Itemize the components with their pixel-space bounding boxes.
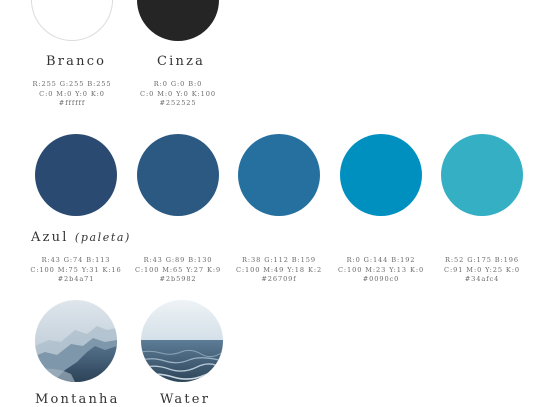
swatch-branco	[31, 0, 113, 41]
ocean-photo	[141, 300, 223, 382]
swatch-azul-1	[35, 134, 117, 216]
color-values-azul-1: R:43 G:74 B:113 C:100 M:75 Y:31 K:16 #2b…	[21, 256, 131, 285]
cmyk-value: C:0 M:0 Y:0 K:0	[39, 89, 105, 98]
cmyk-value: C:100 M:23 Y:13 K:0	[337, 265, 425, 274]
rgb-value: R:0 G:144 B:192	[346, 256, 416, 264]
palette-title-text: Azul	[31, 230, 69, 245]
palette-title: Azul (paleta)	[31, 230, 131, 245]
hex-value: #34afc4	[464, 275, 500, 284]
rgb-value: R:43 G:74 B:113	[41, 256, 111, 264]
swatch-azul-4	[340, 134, 422, 216]
hex-value: #2b5982	[159, 275, 197, 284]
rgb-value: R:255 G:255 B:255	[32, 80, 112, 88]
palette-subtitle: (paleta)	[74, 231, 131, 244]
cmyk-value: C:0 M:0 Y:0 K:100	[140, 89, 216, 98]
hex-value: #252525	[159, 99, 197, 108]
color-name-cinza: Cinza	[157, 54, 206, 69]
mountain-photo	[35, 300, 117, 382]
cmyk-value: C:100 M:75 Y:31 K:16	[30, 265, 122, 274]
hex-value: #0090c0	[362, 275, 400, 284]
cmyk-value: C:100 M:65 Y:27 K:9	[134, 265, 222, 274]
color-name-branco: Branco	[46, 54, 107, 69]
color-values-azul-4: R:0 G:144 B:192 C:100 M:23 Y:13 K:0 #009…	[326, 256, 436, 285]
hex-value: #26709f	[261, 275, 297, 284]
cmyk-value: C:100 M:49 Y:18 K:2	[235, 265, 323, 274]
ocean-image	[141, 300, 223, 382]
hex-value: #2b4a71	[57, 275, 95, 284]
rgb-value: R:52 G:175 B:196	[445, 256, 519, 264]
color-values-azul-3: R:38 G:112 B:159 C:100 M:49 Y:18 K:2 #26…	[224, 256, 334, 285]
cmyk-value: C:91 M:0 Y:25 K:0	[444, 265, 520, 274]
color-values-azul-5: R:52 G:175 B:196 C:91 M:0 Y:25 K:0 #34af…	[427, 256, 537, 285]
rgb-value: R:0 G:0 B:0	[153, 80, 203, 88]
mountain-image	[35, 300, 117, 382]
rgb-value: R:43 G:89 B:130	[143, 256, 213, 264]
rgb-value: R:38 G:112 B:159	[242, 256, 316, 264]
swatch-azul-2	[137, 134, 219, 216]
swatch-azul-3	[238, 134, 320, 216]
hex-value: #ffffff	[58, 99, 86, 108]
swatch-cinza	[137, 0, 219, 41]
color-values-azul-2: R:43 G:89 B:130 C:100 M:65 Y:27 K:9 #2b5…	[123, 256, 233, 285]
color-values-cinza: R:0 G:0 B:0 C:0 M:0 Y:0 K:100 #252525	[123, 80, 233, 109]
swatch-azul-5	[441, 134, 523, 216]
color-values-branco: R:255 G:255 B:255 C:0 M:0 Y:0 K:0 #fffff…	[17, 80, 127, 109]
